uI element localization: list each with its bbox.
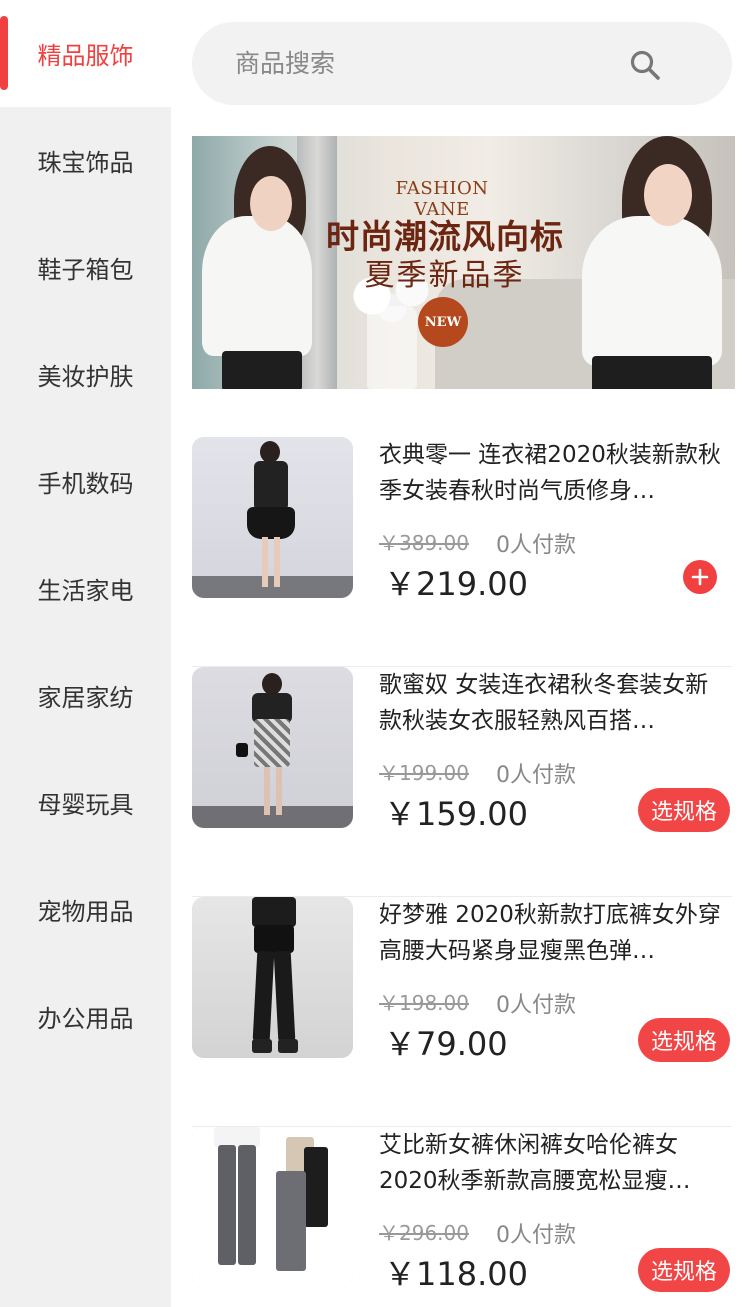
original-price: ￥199.00 <box>379 761 469 785</box>
select-spec-button[interactable]: 选规格 <box>638 1248 730 1292</box>
product-image[interactable] <box>192 667 353 828</box>
product-title[interactable]: 衣典零一 连衣裙2020秋装新款秋季女装春秋时尚气质修身… <box>379 437 731 509</box>
product-image[interactable] <box>192 1127 353 1288</box>
select-spec-button[interactable]: 选规格 <box>638 788 730 832</box>
app-root: 精品服饰 珠宝饰品 鞋子箱包 美妆护肤 手机数码 生活家电 家居家纺 母婴玩具 … <box>0 0 750 1307</box>
product-card[interactable]: 艾比新女裤休闲裤女哈伦裤女2020秋季新款高腰宽松显瘦… ￥296.00 0人付… <box>192 1127 735 1307</box>
model-right-face <box>644 164 692 226</box>
product-title[interactable]: 艾比新女裤休闲裤女哈伦裤女2020秋季新款高腰宽松显瘦… <box>379 1127 731 1199</box>
model-left-skirt <box>222 351 302 389</box>
add-to-cart-button[interactable] <box>683 560 717 594</box>
select-spec-button[interactable]: 选规格 <box>638 1018 730 1062</box>
original-price: ￥389.00 <box>379 531 469 555</box>
product-image[interactable] <box>192 437 353 598</box>
product-title[interactable]: 歌蜜奴 女装连衣裙秋冬套装女新款秋装女衣服轻熟风百搭… <box>379 667 731 739</box>
category-item-jewelry[interactable]: 珠宝饰品 <box>0 107 171 214</box>
paid-count: 0人付款 <box>496 993 576 1018</box>
product-card[interactable]: 衣典零一 连衣裙2020秋装新款秋季女装春秋时尚气质修身… ￥389.00 0人… <box>192 437 735 667</box>
category-item-home-textiles[interactable]: 家居家纺 <box>0 642 171 749</box>
active-indicator <box>0 16 8 90</box>
category-label: 珠宝饰品 <box>37 149 134 177</box>
product-image[interactable] <box>192 897 353 1058</box>
category-label: 美妆护肤 <box>37 363 134 391</box>
category-item-beauty[interactable]: 美妆护肤 <box>0 321 171 428</box>
model-right-skirt <box>592 356 712 389</box>
category-item-apparel[interactable]: 精品服饰 <box>0 0 171 107</box>
search-input[interactable] <box>235 49 615 78</box>
model-left-blouse <box>202 216 312 356</box>
category-label: 精品服饰 <box>37 42 134 70</box>
sale-price: ￥159.00 <box>384 795 528 833</box>
new-badge: NEW <box>418 297 468 347</box>
category-item-shoes-bags[interactable]: 鞋子箱包 <box>0 214 171 321</box>
banner-vase <box>367 306 417 389</box>
category-label: 宠物用品 <box>37 898 134 926</box>
category-item-baby-toys[interactable]: 母婴玩具 <box>0 749 171 856</box>
category-label: 办公用品 <box>37 1005 134 1033</box>
paid-count: 0人付款 <box>496 1223 576 1248</box>
sale-price: ￥118.00 <box>384 1255 528 1293</box>
original-price: ￥296.00 <box>379 1221 469 1245</box>
model-right-blouse <box>582 216 722 366</box>
category-label: 家居家纺 <box>37 684 134 712</box>
category-label: 手机数码 <box>37 470 134 498</box>
search-icon[interactable] <box>628 48 662 82</box>
category-label: 鞋子箱包 <box>37 256 134 284</box>
category-item-digital[interactable]: 手机数码 <box>0 428 171 535</box>
product-card[interactable]: 歌蜜奴 女装连衣裙秋冬套装女新款秋装女衣服轻熟风百搭… ￥199.00 0人付款… <box>192 667 735 897</box>
sale-price: ￥79.00 <box>384 1025 508 1063</box>
promo-banner[interactable]: FASHION VANE 时尚潮流风向标 夏季新品季 NEW <box>192 136 735 389</box>
banner-subtitle: 夏季新品季 <box>364 258 525 293</box>
original-price: ￥198.00 <box>379 991 469 1015</box>
search-bar <box>192 22 732 105</box>
category-item-pets[interactable]: 宠物用品 <box>0 856 171 963</box>
category-item-appliances[interactable]: 生活家电 <box>0 535 171 642</box>
category-item-office[interactable]: 办公用品 <box>0 963 171 1070</box>
product-title[interactable]: 好梦雅 2020秋新款打底裤女外穿高腰大码紧身显瘦黑色弹… <box>379 897 731 969</box>
model-left-face <box>250 176 292 231</box>
product-card[interactable]: 好梦雅 2020秋新款打底裤女外穿高腰大码紧身显瘦黑色弹… ￥198.00 0人… <box>192 897 735 1127</box>
sale-price: ￥219.00 <box>384 565 528 603</box>
paid-count: 0人付款 <box>496 763 576 788</box>
category-label: 生活家电 <box>37 577 134 605</box>
category-label: 母婴玩具 <box>37 791 134 819</box>
paid-count: 0人付款 <box>496 533 576 558</box>
category-sidebar: 精品服饰 珠宝饰品 鞋子箱包 美妆护肤 手机数码 生活家电 家居家纺 母婴玩具 … <box>0 0 171 1307</box>
plus-icon <box>691 568 709 586</box>
